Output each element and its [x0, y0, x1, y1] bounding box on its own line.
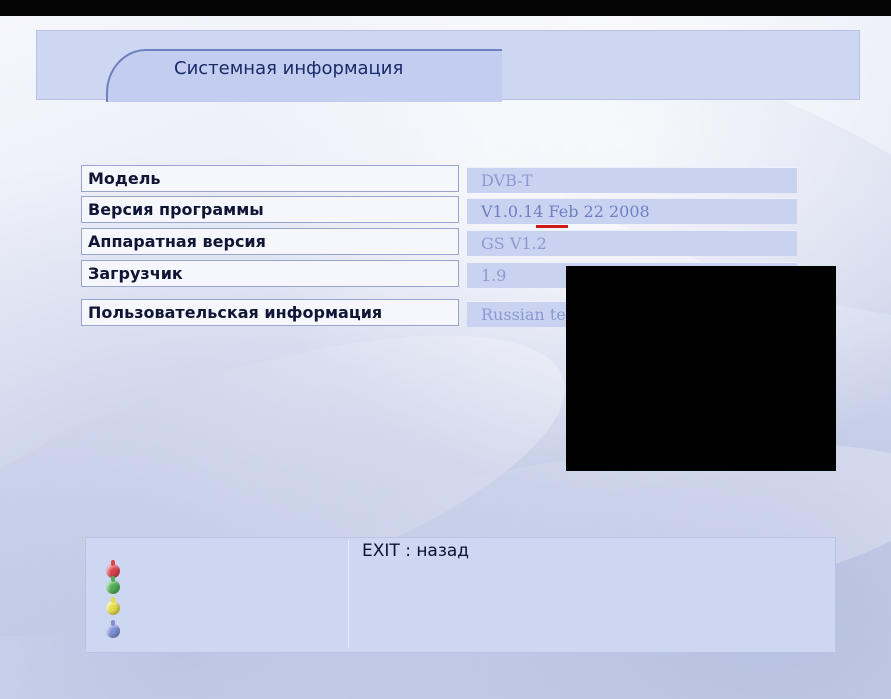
- green-button-icon: [106, 576, 120, 594]
- screen-top-border: [0, 0, 891, 16]
- info-value: V1.0.14 Feb 22 2008: [467, 198, 797, 224]
- info-label: Аппаратная версия: [81, 228, 459, 255]
- info-label: Модель: [81, 165, 459, 192]
- info-value: DVB-T: [467, 167, 797, 193]
- black-video-area: [566, 266, 836, 471]
- info-label: Пользовательская информация: [81, 299, 459, 326]
- info-row-hardware-version[interactable]: Аппаратная версия GS V1.2: [81, 228, 797, 256]
- blue-button-icon: [106, 620, 120, 638]
- yellow-button-icon: [106, 597, 120, 615]
- info-value: GS V1.2: [467, 230, 797, 256]
- page-title: Системная информация: [174, 58, 404, 79]
- info-row-software-version[interactable]: Версия программы V1.0.14 Feb 22 2008: [81, 196, 797, 224]
- info-row-model[interactable]: Модель DVB-T: [81, 165, 797, 193]
- info-label: Версия программы: [81, 196, 459, 223]
- help-divider: [348, 540, 349, 648]
- info-label: Загрузчик: [81, 260, 459, 287]
- exit-hint: EXIT : назад: [362, 541, 470, 561]
